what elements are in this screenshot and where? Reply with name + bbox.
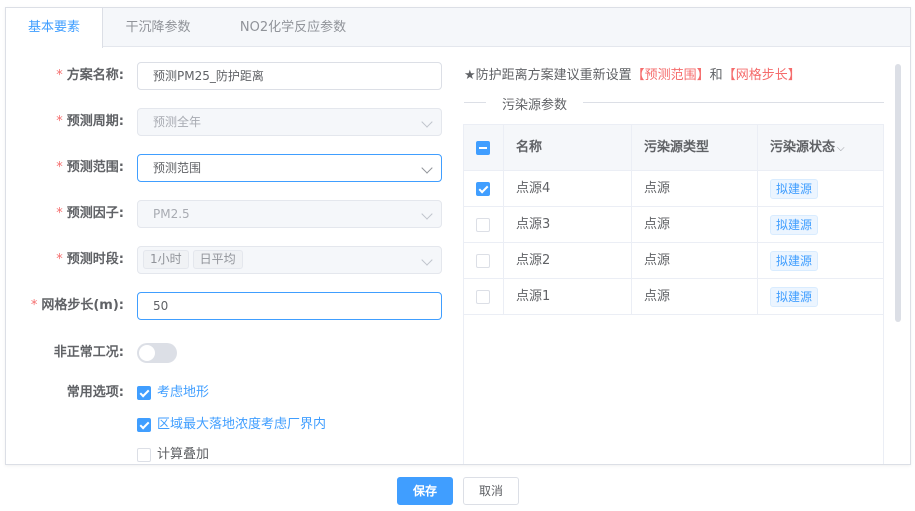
cell-name: 点源2 [504,243,632,278]
scheme-name-label: * 方案名称: [56,68,124,83]
required-mark: * [30,298,38,313]
options-label: 常用选项: [66,385,124,400]
chevron-down-icon [421,116,433,128]
checkbox[interactable] [137,386,151,400]
time-slot-select[interactable]: 1小时 日平均 [137,246,442,274]
range-row: * 预测范围: 预测范围 [6,154,446,182]
pollution-section-title: 污染源参数 [486,94,584,113]
header-type: 污染源类型 [632,125,758,170]
cell-type: 点源 [632,171,758,206]
required-mark: * [56,68,63,83]
time-slot-row: * 预测时段: 1小时 日平均 [6,246,446,274]
range-label: * 预测范围: [56,160,124,175]
time-slot-tag: 1小时 [143,250,189,269]
option-label: 计算叠加 [157,447,210,462]
select-all-cell [464,125,504,170]
checkbox[interactable] [137,448,151,462]
option-terrain[interactable]: 考虑地形 [137,383,209,403]
factor-row: * 预测因子: PM2.5 [6,200,446,228]
table-row[interactable]: 点源1 点源 拟建源 [464,279,883,315]
required-mark: * [56,160,63,175]
range-value: 预测范围 [153,161,202,175]
cell-status: 拟建源 [758,243,883,278]
table-row[interactable]: 点源2 点源 拟建源 [464,243,883,279]
option-boundary[interactable]: 区域最大落地浓度考虑厂界内 [137,415,326,435]
switch-knob [139,345,155,361]
cell-type: 点源 [632,243,758,278]
factor-value: PM2.5 [153,207,190,221]
header-status[interactable]: 污染源状态 ⌵ [758,125,883,170]
scheme-dialog: 基本要素 干沉降参数 NO2化学反应参数 * 方案名称: 预测PM25_防护距离 … [5,7,911,465]
scrollbar-thumb[interactable] [895,64,901,322]
status-badge: 拟建源 [770,178,819,199]
grid-step-label: * 网格步长(m): [30,298,124,313]
factor-label: * 预测因子: [56,206,124,221]
cell-name: 点源3 [504,207,632,242]
tab-basic-elements[interactable]: 基本要素 [6,8,103,48]
abnormal-switch[interactable] [137,343,177,363]
checkbox[interactable] [137,418,151,432]
chevron-down-icon [421,162,433,174]
cell-name: 点源4 [504,171,632,206]
tab-no2-reaction[interactable]: NO2化学反应参数 [218,8,368,47]
range-select[interactable]: 预测范围 [137,154,442,182]
period-value: 预测全年 [153,115,202,129]
cell-type: 点源 [632,207,758,242]
protection-notice: ★防护距离方案建议重新设置【预测范围】和【网格步长】 [464,68,801,83]
chevron-down-icon [421,208,433,220]
cell-status: 拟建源 [758,207,883,242]
required-mark: * [56,206,63,221]
abnormal-label: 非正常工况: [53,345,124,360]
period-select[interactable]: 预测全年 [137,108,442,136]
abnormal-row: 非正常工况: [6,339,446,367]
save-button[interactable]: 保存 [397,477,453,505]
row-checkbox[interactable] [476,217,490,232]
table-row[interactable]: 点源4 点源 拟建源 [464,171,883,207]
option-label: 考虑地形 [157,385,210,400]
panel-scrollbar[interactable] [895,64,903,460]
grid-step-input[interactable]: 50 [137,292,442,320]
scheme-name-input[interactable]: 预测PM25_防护距离 [137,62,442,90]
scheme-name-row: * 方案名称: 预测PM25_防护距离 [6,62,446,90]
chevron-down-icon [421,254,433,266]
required-mark: * [56,252,63,267]
option-label: 区域最大落地浓度考虑厂界内 [157,417,327,432]
table-row[interactable]: 点源3 点源 拟建源 [464,207,883,243]
status-badge: 拟建源 [770,286,819,307]
time-slot-label: * 预测时段: [56,252,124,267]
period-row: * 预测周期: 预测全年 [6,108,446,136]
select-all-checkbox[interactable] [476,140,490,155]
factor-select[interactable]: PM2.5 [137,200,442,228]
cell-type: 点源 [632,279,758,314]
time-slot-tag: 日平均 [192,250,243,269]
tab-bar: 基本要素 干沉降参数 NO2化学反应参数 [6,8,910,48]
tab-dry-deposition[interactable]: 干沉降参数 [106,8,210,47]
table-header: 名称 污染源类型 污染源状态 ⌵ [464,125,883,171]
option-overlay[interactable]: 计算叠加 [137,445,210,464]
cell-name: 点源1 [504,279,632,314]
grid-step-row: * 网格步长(m): 50 [6,292,446,320]
options-row: 常用选项: 考虑地形 区域最大落地浓度考虑厂界内 计算叠加 [6,383,446,463]
cell-status: 拟建源 [758,171,883,206]
cancel-button[interactable]: 取消 [463,477,519,505]
row-checkbox[interactable] [476,181,490,196]
header-name: 名称 [504,125,632,170]
period-label: * 预测周期: [56,114,124,129]
row-checkbox[interactable] [476,289,490,304]
required-mark: * [56,114,63,129]
pollution-source-table: 名称 污染源类型 污染源状态 ⌵ 点源4 点源 拟建源 点源3 点源 拟建源 点源… [463,124,884,464]
status-badge: 拟建源 [770,214,819,235]
status-badge: 拟建源 [770,250,819,271]
cell-status: 拟建源 [758,279,883,314]
row-checkbox[interactable] [476,253,490,268]
sort-icon[interactable]: ⌵ [837,143,845,154]
